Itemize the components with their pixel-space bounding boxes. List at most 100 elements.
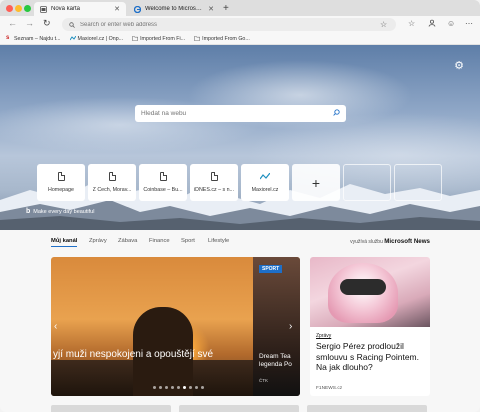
close-window-button[interactable]	[6, 5, 13, 12]
quick-link-label: Maxiorel.cz	[251, 186, 279, 193]
carousel-dot-active[interactable]	[183, 386, 186, 389]
profile-icon[interactable]	[428, 19, 436, 29]
news-card-title[interactable]: Sergio Pérez prodloužil smlouvu s Racing…	[316, 341, 426, 373]
visor-shape	[340, 279, 386, 295]
carousel-headline[interactable]: yjí muži nespokojeni a opouštějí své	[53, 349, 213, 360]
side-headline: Dream Tea legenda Po	[259, 353, 292, 370]
refresh-icon[interactable]: ↻	[43, 18, 51, 29]
carousel-dots	[153, 386, 207, 389]
close-tab-icon[interactable]: ✕	[114, 5, 120, 13]
carousel-prev-icon[interactable]: ‹	[54, 321, 57, 332]
news-carousel[interactable]: yjí muži nespokojeni a opouštějí své ‹ S…	[51, 257, 300, 396]
favorite-star-icon[interactable]: ☆	[380, 20, 387, 29]
minimize-window-button[interactable]	[15, 5, 22, 12]
background-image: ⚙ Homepage Z Čech, Morav... Coinbase – B…	[0, 45, 480, 230]
forward-arrow-icon[interactable]: →	[25, 18, 34, 28]
page-icon	[159, 172, 167, 181]
maxiorel-icon	[260, 172, 270, 181]
maximize-window-button[interactable]	[24, 5, 31, 12]
page-icon	[108, 172, 116, 181]
tab-welcome[interactable]: Welcome to Microsoft Edge C ✕	[128, 2, 220, 16]
tab-lifestyle[interactable]: Lifestyle	[208, 238, 229, 244]
tab-label: Welcome to Microsoft Edge C	[145, 6, 204, 12]
search-icon	[69, 21, 75, 28]
favorite-item[interactable]: Imported From Go...	[194, 36, 250, 42]
seznam-icon: s	[6, 35, 10, 41]
carousel-dot[interactable]	[165, 386, 168, 389]
edge-logo-icon	[134, 5, 141, 13]
quick-link-tile[interactable]: iDNES.cz – s n...	[190, 164, 238, 201]
empty-tile-slot	[343, 164, 391, 201]
powered-by: využívá službu Microsoft News	[350, 238, 430, 245]
favorite-item[interactable]: s Seznam – Najdu t...	[6, 35, 61, 42]
favorites-bar: s Seznam – Najdu t... Maxiorel.cz | Onp.…	[0, 33, 480, 45]
news-card-category[interactable]: Zprávy	[316, 333, 331, 339]
page-icon	[210, 172, 218, 181]
favorite-label: Maxiorel.cz | Onp...	[77, 35, 124, 42]
quick-link-tile[interactable]: Maxiorel.cz	[241, 164, 289, 201]
favorite-label: Seznam – Najdu t...	[14, 35, 61, 42]
carousel-next-slide[interactable]: SPORT Dream Tea legenda Po ČTK	[253, 257, 300, 396]
back-arrow-icon[interactable]: ←	[8, 18, 17, 28]
maxiorel-icon	[69, 35, 76, 41]
caption-text: Make every day beautiful	[33, 208, 95, 215]
add-quick-link-button[interactable]: +	[292, 164, 340, 201]
tab-zabava[interactable]: Zábava	[118, 238, 137, 244]
news-navigation: Můj kanál Zprávy Zábava Finance Sport Li…	[0, 230, 480, 254]
address-bar[interactable]: ☆	[62, 18, 396, 31]
plus-icon: +	[311, 174, 321, 191]
feedback-smiley-icon[interactable]: ☺	[447, 19, 455, 28]
quick-link-tile[interactable]: Coinbase – Bu...	[139, 164, 187, 201]
address-input[interactable]	[80, 21, 380, 28]
tab-zpravy[interactable]: Zprávy	[89, 238, 107, 244]
carousel-dot[interactable]	[189, 386, 192, 389]
carousel-dot[interactable]	[159, 386, 162, 389]
quick-link-label: Homepage	[48, 187, 74, 193]
news-card-image	[310, 257, 430, 327]
empty-tile-slot	[394, 164, 442, 201]
category-badge: SPORT	[259, 265, 283, 273]
bing-logo-icon: b	[26, 208, 31, 215]
search-icon[interactable]	[333, 109, 340, 118]
carousel-next-icon[interactable]: ›	[289, 321, 292, 332]
favorites-icon[interactable]: ☆	[408, 19, 415, 28]
more-news-cards	[51, 405, 435, 412]
web-search-box[interactable]	[135, 105, 346, 122]
bing-image-caption[interactable]: b Make every day beautiful	[26, 208, 94, 215]
quick-links: Homepage Z Čech, Morav... Coinbase – Bu.…	[37, 164, 445, 201]
quick-link-tile[interactable]: Homepage	[37, 164, 85, 201]
tab-finance[interactable]: Finance	[149, 238, 170, 244]
carousel-dot[interactable]	[177, 386, 180, 389]
new-tab-button[interactable]: +	[223, 3, 229, 14]
title-bar: Nová karta ✕ Welcome to Microsoft Edge C…	[0, 0, 480, 16]
folder-icon	[132, 36, 139, 41]
favorite-item[interactable]: Imported From Fi...	[132, 36, 185, 42]
microsoft-news-brand[interactable]: Microsoft News	[384, 238, 430, 245]
news-card-preview[interactable]	[51, 405, 171, 412]
quick-link-label: Coinbase – Bu...	[143, 187, 183, 193]
new-tab-page-icon	[40, 5, 47, 13]
carousel-dot[interactable]	[153, 386, 156, 389]
carousel-dot[interactable]	[195, 386, 198, 389]
favorite-label: Imported From Go...	[202, 35, 250, 42]
folder-icon	[194, 36, 201, 41]
news-card-preview[interactable]	[307, 405, 427, 412]
carousel-dot[interactable]	[171, 386, 174, 389]
tab-new-tab[interactable]: Nová karta ✕	[34, 2, 126, 16]
close-tab-icon[interactable]: ✕	[208, 5, 214, 13]
quick-link-label: iDNES.cz – s n...	[193, 187, 235, 193]
settings-gear-icon[interactable]: ⚙	[454, 59, 464, 72]
tab-label: Nová karta	[51, 6, 81, 12]
tab-muj-kanal[interactable]: Můj kanál	[51, 238, 78, 247]
news-card[interactable]: Zprávy Sergio Pérez prodloužil smlouvu s…	[310, 257, 430, 396]
news-card-preview[interactable]	[179, 405, 299, 412]
quick-link-tile[interactable]: Z Čech, Morav...	[88, 164, 136, 201]
favorite-item[interactable]: Maxiorel.cz | Onp...	[69, 35, 124, 42]
web-search-input[interactable]	[141, 110, 333, 117]
side-headline-line: legenda Po	[259, 361, 292, 369]
carousel-dot[interactable]	[201, 386, 204, 389]
side-headline-line: Dream Tea	[259, 353, 291, 360]
tab-sport[interactable]: Sport	[181, 238, 195, 244]
side-source: ČTK	[259, 378, 268, 383]
more-menu-icon[interactable]: ⋯	[465, 19, 473, 28]
